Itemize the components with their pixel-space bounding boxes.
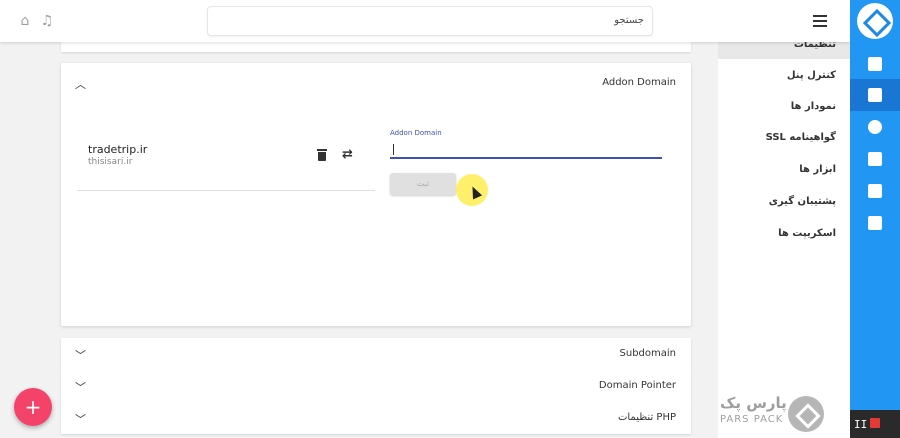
icon-rail: II bbox=[850, 0, 900, 438]
domain-list-item: tradetrip.ir thisisari.ir ⇄ bbox=[77, 135, 375, 191]
side-menu-item-backup[interactable]: پشتیبان گیری bbox=[769, 196, 836, 207]
plus-icon: + bbox=[24, 395, 42, 419]
text-caret bbox=[393, 144, 394, 155]
side-menu-item-ssl[interactable]: گواهینامه SSL bbox=[766, 132, 836, 143]
server-icon[interactable] bbox=[868, 88, 882, 102]
submit-button-label: ثبت bbox=[416, 179, 430, 188]
home-icon[interactable]: ⌂ bbox=[16, 12, 34, 30]
pause-button[interactable]: II bbox=[854, 418, 867, 431]
subdomain-panel[interactable]: Subdomain ﹀ bbox=[61, 338, 691, 370]
domain-pointer-panel[interactable]: Domain Pointer ﹀ bbox=[61, 370, 691, 402]
add-button[interactable]: + bbox=[14, 388, 52, 426]
php-settings-panel[interactable]: تنظیمات PHP ﹀ bbox=[61, 402, 691, 434]
side-menu-item-tools[interactable]: ابزار ها bbox=[799, 164, 836, 175]
stop-button[interactable] bbox=[870, 418, 880, 428]
watermark-logo bbox=[788, 396, 824, 432]
submit-button[interactable]: ثبت bbox=[390, 173, 456, 195]
chevron-down-icon[interactable]: ﹀ bbox=[75, 411, 86, 427]
watermark-en: PARS PACK bbox=[720, 414, 784, 425]
search-input[interactable]: جستجو bbox=[207, 6, 653, 36]
globe-icon[interactable] bbox=[868, 120, 882, 134]
user-icon[interactable] bbox=[868, 216, 882, 230]
addon-domain-panel: Addon Domain ︿ tradetrip.ir thisisari.ir… bbox=[61, 63, 691, 326]
watermark-fa: پارس پک bbox=[720, 394, 787, 412]
dashboard-icon[interactable] bbox=[868, 57, 882, 71]
previous-panel bbox=[61, 42, 691, 52]
hamburger-icon[interactable] bbox=[813, 15, 827, 27]
panel-title: Subdomain bbox=[619, 348, 676, 359]
domain-name: tradetrip.ir bbox=[88, 143, 148, 156]
chevron-down-icon[interactable]: ﹀ bbox=[75, 379, 86, 395]
side-menu-item-control-panel[interactable]: کنترل پنل bbox=[787, 70, 836, 81]
domain-target: thisisari.ir bbox=[88, 157, 133, 167]
addon-domain-input[interactable] bbox=[390, 141, 662, 159]
mail-icon[interactable] bbox=[868, 152, 882, 166]
side-menu: تنظیمات کنترل پنل نمودار ها گواهینامه SS… bbox=[718, 30, 850, 438]
search-placeholder: جستجو bbox=[614, 15, 644, 26]
chevron-up-icon[interactable]: ︿ bbox=[75, 76, 86, 92]
swap-icon[interactable]: ⇄ bbox=[342, 147, 353, 162]
side-menu-item-charts[interactable]: نمودار ها bbox=[791, 101, 836, 112]
panel-title: Addon Domain bbox=[602, 77, 676, 88]
notification-icon[interactable]: ♫ bbox=[38, 12, 56, 30]
side-menu-item-scripts[interactable]: اسکریپت ها bbox=[778, 228, 836, 239]
media-controls: II bbox=[850, 410, 900, 438]
top-bar: ⌂ ♫ جستجو bbox=[0, 0, 850, 42]
document-icon[interactable] bbox=[868, 184, 882, 198]
panel-title: تنظیمات PHP bbox=[617, 412, 676, 423]
chevron-down-icon[interactable]: ﹀ bbox=[75, 347, 86, 363]
trash-icon[interactable] bbox=[317, 149, 327, 161]
panel-title: Domain Pointer bbox=[598, 380, 676, 391]
addon-domain-label: Addon Domain bbox=[390, 129, 442, 137]
logo[interactable] bbox=[857, 3, 893, 39]
